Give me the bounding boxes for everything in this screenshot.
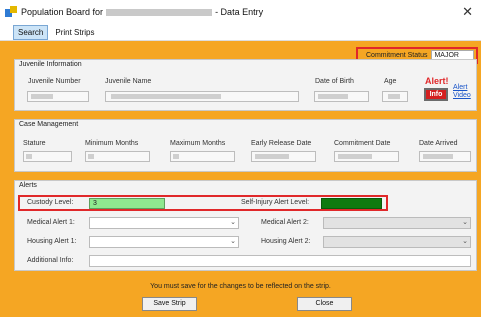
title-bar: Population Board for - Data Entry ✕ bbox=[0, 0, 481, 24]
housing-alert-2-select[interactable]: ⌄ bbox=[323, 236, 471, 248]
window-title: Population Board for - Data Entry bbox=[21, 7, 264, 17]
alert-heading: Alert! bbox=[425, 76, 449, 86]
additional-info-label: Additional Info: bbox=[27, 257, 74, 264]
date-arrived-field[interactable] bbox=[419, 151, 471, 162]
medical-alert-1-label: Medical Alert 1: bbox=[27, 219, 75, 226]
app-icon bbox=[5, 6, 17, 18]
close-window-icon[interactable]: ✕ bbox=[462, 4, 473, 20]
stature-field[interactable] bbox=[23, 151, 72, 162]
save-strip-button[interactable]: Save Strip bbox=[142, 297, 197, 311]
juvenile-info-panel: Juvenile Information Juvenile Number Juv… bbox=[14, 59, 477, 111]
menu-print-strips[interactable]: Print Strips bbox=[51, 26, 98, 39]
save-reminder-message: You must save for the changes to be refl… bbox=[150, 283, 331, 290]
alert-link[interactable]: Alert bbox=[453, 84, 467, 91]
dob-label: Date of Birth bbox=[315, 78, 354, 85]
case-management-panel: Case Management Stature Minimum Months M… bbox=[14, 119, 477, 172]
close-button[interactable]: Close bbox=[297, 297, 352, 311]
menu-search[interactable]: Search bbox=[13, 24, 49, 40]
date-arrived-label: Date Arrived bbox=[419, 140, 458, 147]
max-months-label: Maximum Months bbox=[170, 140, 226, 147]
chevron-down-icon: ⌄ bbox=[462, 238, 468, 245]
commitment-date-label: Commitment Date bbox=[334, 140, 391, 147]
dob-field[interactable] bbox=[314, 91, 369, 102]
chevron-down-icon: ⌄ bbox=[230, 238, 236, 245]
housing-alert-1-label: Housing Alert 1: bbox=[27, 238, 77, 245]
alert-level-highlight bbox=[18, 195, 388, 211]
menu-bar: Search Print Strips bbox=[0, 24, 481, 41]
juvenile-number-label: Juvenile Number bbox=[28, 78, 81, 85]
case-management-title: Case Management bbox=[19, 121, 79, 128]
juvenile-name-label: Juvenile Name bbox=[105, 78, 152, 85]
medical-alert-2-label: Medical Alert 2: bbox=[261, 219, 309, 226]
max-months-field[interactable] bbox=[170, 151, 235, 162]
info-button[interactable]: Info bbox=[424, 88, 448, 101]
stature-label: Stature bbox=[23, 140, 46, 147]
housing-alert-2-label: Housing Alert 2: bbox=[261, 238, 311, 245]
commitment-date-field[interactable] bbox=[334, 151, 399, 162]
juvenile-name-field[interactable] bbox=[105, 91, 299, 102]
additional-info-field[interactable] bbox=[89, 255, 471, 267]
min-months-field[interactable] bbox=[85, 151, 150, 162]
juvenile-info-title: Juvenile Information bbox=[19, 61, 82, 68]
housing-alert-1-select[interactable]: ⌄ bbox=[89, 236, 239, 248]
chevron-down-icon: ⌄ bbox=[462, 219, 468, 226]
commitment-status-label: Commitment Status bbox=[366, 52, 428, 59]
alerts-title: Alerts bbox=[19, 182, 37, 189]
early-release-field[interactable] bbox=[251, 151, 316, 162]
min-months-label: Minimum Months bbox=[85, 140, 139, 147]
redacted-name bbox=[106, 9, 213, 17]
chevron-down-icon: ⌄ bbox=[230, 219, 236, 226]
age-field[interactable] bbox=[382, 91, 408, 102]
early-release-label: Early Release Date bbox=[251, 140, 312, 147]
age-label: Age bbox=[384, 78, 397, 85]
alerts-panel: Alerts Custody Level: 3 Self-Injury Aler… bbox=[14, 180, 477, 271]
medical-alert-2-select[interactable]: ⌄ bbox=[323, 217, 471, 229]
video-link[interactable]: Video bbox=[453, 92, 471, 99]
juvenile-number-field[interactable] bbox=[27, 91, 89, 102]
medical-alert-1-select[interactable]: ⌄ bbox=[89, 217, 239, 229]
